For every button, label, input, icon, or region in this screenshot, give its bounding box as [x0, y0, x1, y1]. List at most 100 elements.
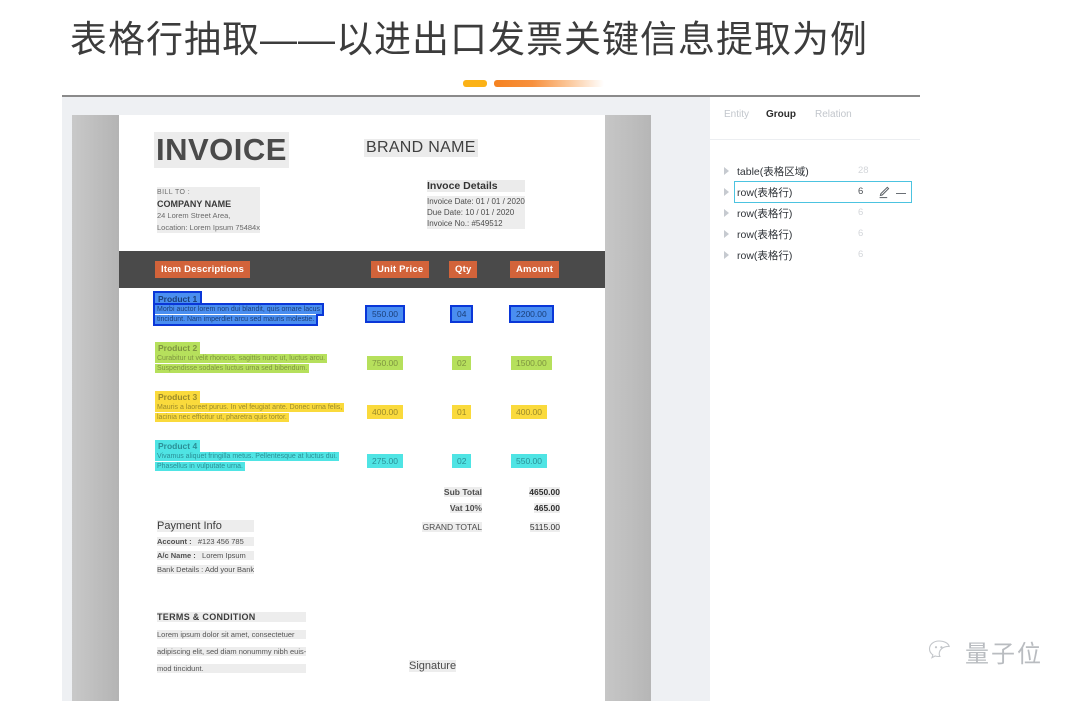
- col-header-unit-price: Unit Price: [371, 261, 430, 278]
- invoice-details-heading: Invoce Details: [427, 180, 525, 192]
- row-product-name: Product 2: [155, 342, 201, 354]
- sidebar-tabs: Entity Group Relation: [710, 109, 920, 137]
- edit-pencil-icon[interactable]: [878, 186, 890, 199]
- sidebar-item-count: 6: [858, 186, 864, 197]
- document-viewer[interactable]: INVOICE BRAND NAME BILL TO : COMPANY NAM…: [62, 97, 710, 701]
- payment-account-row: Account : #123 456 785: [157, 537, 255, 546]
- col-header-qty: Qty: [449, 261, 478, 278]
- expand-caret-icon[interactable]: [724, 167, 729, 175]
- signature-label: Signature: [409, 660, 457, 672]
- invoice-date: Invoice Date: 01 / 01 / 2020: [427, 196, 525, 207]
- row-unit-price: 400.00: [367, 405, 403, 419]
- sidebar-divider: [710, 139, 920, 140]
- wechat-icon: [928, 639, 950, 659]
- invoice-details-block: Invoce Details Invoice Date: 01 / 01 / 2…: [427, 180, 525, 229]
- row-amount: 2200.00: [509, 305, 554, 323]
- terms-line-1: Lorem ipsum dolor sit amet, consectetuer: [157, 630, 307, 639]
- sidebar-list-item[interactable]: row(表格行) 6: [710, 224, 920, 245]
- row-unit-price: 750.00: [367, 356, 403, 370]
- sidebar-item-label: row(表格行): [737, 208, 793, 220]
- payment-info-block: Payment Info Account : #123 456 785 A/c …: [157, 520, 255, 574]
- row-description: Morbi auctor lorem non dui blandit, quis…: [152, 303, 325, 326]
- row-description: Vivamus aliquet fringilla metus. Pellent…: [155, 452, 340, 471]
- row-amount: 550.00: [511, 454, 547, 468]
- row-unit-price: 275.00: [367, 454, 403, 468]
- accent-bar: [494, 80, 604, 87]
- terms-line-3: mod tincidunt.: [157, 664, 307, 673]
- brand-name: BRAND NAME: [364, 139, 478, 157]
- table-header-band: Item Descriptions Unit Price Qty Amount: [119, 251, 605, 288]
- bill-to-block: BILL TO : COMPANY NAME 24 Lorem Street A…: [157, 187, 260, 233]
- bill-to-company: COMPANY NAME: [157, 198, 260, 210]
- terms-line-2: adipiscing elit, sed diam nonummy nibh e…: [157, 647, 307, 656]
- tab-group[interactable]: Group: [766, 109, 796, 120]
- payment-account-value: #123 456 785: [197, 537, 244, 546]
- payment-bank-details: Bank Details : Add your Bank: [157, 565, 255, 574]
- sidebar-item-count: 28: [858, 165, 869, 176]
- tab-entity[interactable]: Entity: [724, 109, 749, 120]
- table-row[interactable]: Product 1 Morbi auctor lorem non dui blan…: [119, 291, 605, 342]
- totals-label: Vat 10%: [449, 503, 482, 513]
- remove-minus-icon[interactable]: [896, 193, 906, 195]
- bill-to-label: BILL TO :: [157, 187, 260, 199]
- page-title: 表格行抽取——以进出口发票关键信息提取为例: [70, 19, 868, 60]
- sidebar-item-label: row(表格行): [737, 229, 793, 241]
- row-qty: 01: [452, 405, 472, 419]
- row-description: Mauris a laoreet purus. In vel feugiat a…: [155, 403, 345, 422]
- sidebar-item-count: 6: [858, 207, 864, 218]
- sidebar-item-label: row(表格行): [737, 250, 793, 262]
- sidebar-item-list: table(表格区域) 28 row(表格行) 6 row(表格行) 6 row(表格行) 6…: [710, 161, 920, 266]
- table-row[interactable]: Product 3 Mauris a laoreet purus. In vel …: [119, 391, 605, 440]
- row-qty: 04: [449, 305, 474, 323]
- col-header-amount: Amount: [510, 261, 560, 278]
- row-amount: 1500.00: [511, 356, 552, 370]
- payment-acname-value: Lorem Ipsum: [202, 551, 246, 560]
- totals-value: 5115.00: [529, 522, 560, 532]
- row-amount: 400.00: [511, 405, 547, 419]
- payment-info-heading: Payment Info: [157, 520, 255, 532]
- row-product-name: Product 1: [152, 291, 203, 307]
- sidebar-list-item[interactable]: row(表格行) 6: [710, 245, 920, 266]
- payment-acname-label: A/c Name :: [157, 551, 196, 560]
- totals-label: GRAND TOTAL: [422, 522, 482, 532]
- payment-acname-row: A/c Name : Lorem Ipsum: [157, 551, 255, 560]
- row-qty: 02: [452, 356, 472, 370]
- page-shadow-left: [72, 115, 119, 701]
- bill-to-address-2: Location: Lorem Ipsum 75484x: [157, 221, 260, 233]
- row-unit-price: 550.00: [365, 305, 405, 323]
- totals-value: 465.00: [534, 503, 560, 513]
- bill-to-address-1: 24 Lorem Street Area,: [157, 210, 260, 222]
- totals-label: Sub Total: [443, 487, 482, 497]
- invoice-number: Invoice No.: #549512: [427, 218, 525, 229]
- sidebar-list-item[interactable]: row(表格行) 6: [710, 203, 920, 224]
- watermark: 量子位: [928, 634, 1043, 669]
- table-row[interactable]: Product 4 Vivamus aliquet fringilla metus…: [119, 440, 605, 489]
- sidebar-item-label: row(表格行): [737, 187, 793, 199]
- row-description: Curabitur ut velit rhoncus, sagittis nun…: [155, 354, 328, 373]
- sidebar-list-item[interactable]: row(表格行) 6: [710, 181, 920, 203]
- expand-caret-icon[interactable]: [724, 188, 729, 196]
- due-date: Due Date: 10 / 01 / 2020: [427, 207, 525, 218]
- col-header-description: Item Descriptions: [155, 261, 251, 278]
- invoice-page: INVOICE BRAND NAME BILL TO : COMPANY NAM…: [119, 115, 605, 701]
- sidebar-item-count: 6: [858, 228, 864, 239]
- page-shadow-right: [605, 115, 651, 701]
- payment-account-label: Account :: [157, 537, 192, 546]
- slide-root: 表格行抽取——以进出口发票关键信息提取为例 INVOICE BRAND NAME…: [0, 0, 1080, 701]
- row-qty: 02: [452, 454, 472, 468]
- totals-value: 4650.00: [529, 487, 560, 497]
- row-product-name: Product 3: [155, 391, 201, 403]
- app-screenshot: INVOICE BRAND NAME BILL TO : COMPANY NAM…: [62, 97, 920, 701]
- annotation-sidebar: Entity Group Relation table(表格区域) 28 row(表…: [710, 97, 920, 701]
- expand-caret-icon[interactable]: [724, 251, 729, 259]
- invoice-title: INVOICE: [154, 132, 289, 168]
- table-row[interactable]: Product 2 Curabitur ut velit rhoncus, sag…: [119, 342, 605, 391]
- accent-dash: [463, 80, 487, 87]
- sidebar-list-item[interactable]: table(表格区域) 28: [710, 161, 920, 182]
- expand-caret-icon[interactable]: [724, 230, 729, 238]
- expand-caret-icon[interactable]: [724, 209, 729, 217]
- tab-relation[interactable]: Relation: [815, 109, 852, 120]
- sidebar-item-count: 6: [858, 249, 864, 260]
- terms-block: TERMS & CONDITION Lorem ipsum dolor sit …: [157, 612, 307, 673]
- row-product-name: Product 4: [155, 440, 201, 452]
